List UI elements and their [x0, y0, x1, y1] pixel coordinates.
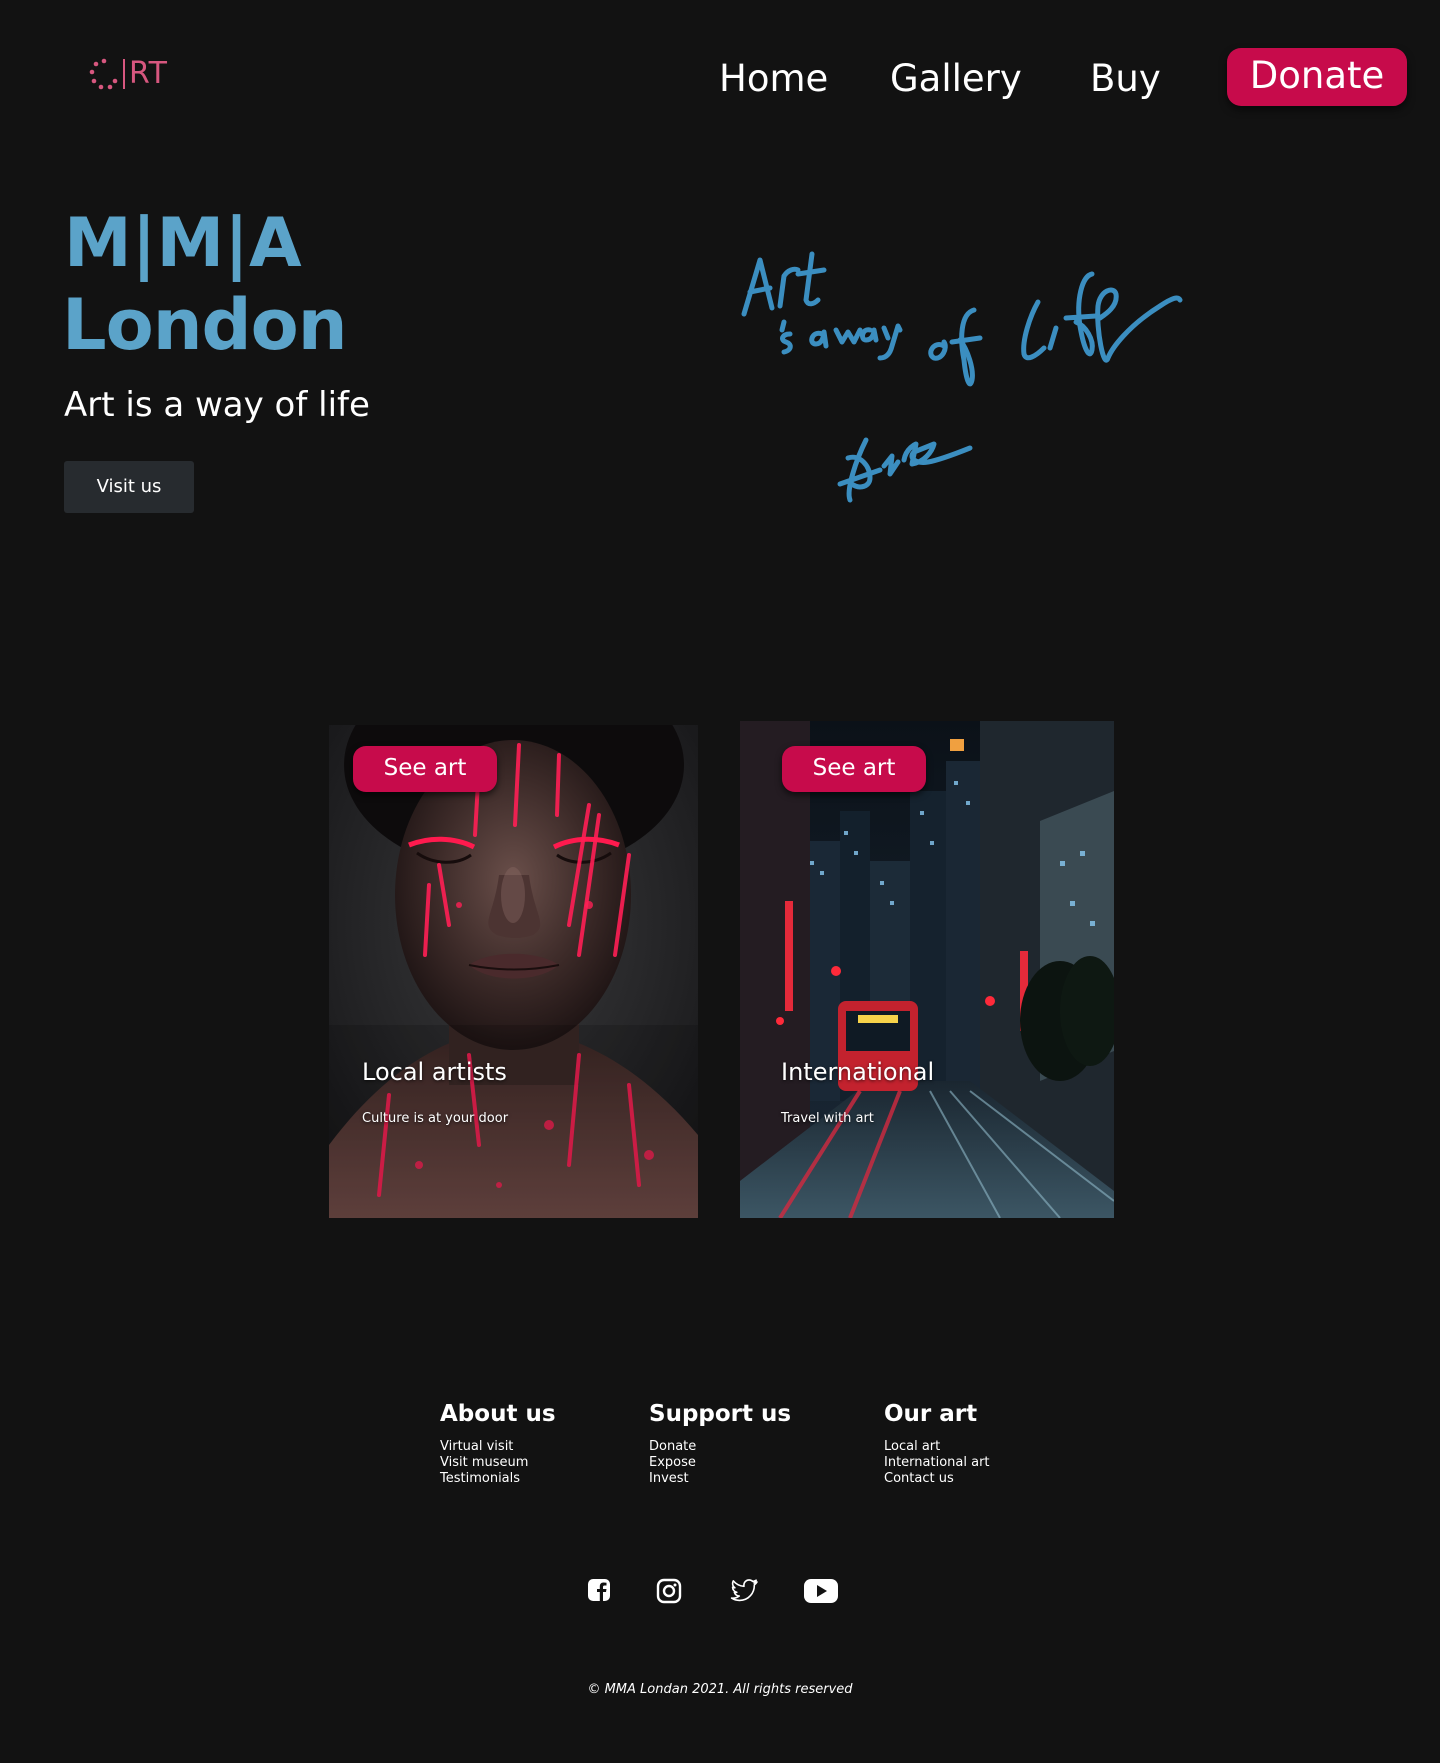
footer-link-international-art[interactable]: International art — [884, 1455, 990, 1471]
visit-us-button[interactable]: Visit us — [64, 461, 194, 513]
nav-home[interactable]: Home — [719, 55, 828, 103]
card-title: Local artists — [362, 1058, 507, 1086]
night-city-street-image — [740, 721, 1114, 1218]
facebook-icon[interactable] — [587, 1578, 611, 1602]
logo[interactable]: RT — [89, 57, 168, 91]
footer-link-testimonials[interactable]: Testimonials — [440, 1471, 556, 1487]
see-art-button[interactable]: See art — [353, 746, 497, 792]
nav-buy[interactable]: Buy — [1090, 55, 1161, 103]
footer-link-invest[interactable]: Invest — [649, 1471, 791, 1487]
footer-heading: Support us — [649, 1401, 792, 1427]
footer-link-donate[interactable]: Donate — [649, 1439, 791, 1455]
footer-our-art: Our art Local art International art Cont… — [884, 1399, 990, 1487]
hero-brand: M|M|A — [64, 204, 302, 283]
footer-heading: Our art — [884, 1401, 978, 1427]
youtube-icon[interactable] — [803, 1578, 839, 1604]
footer-link-contact-us[interactable]: Contact us — [884, 1471, 990, 1487]
footer-about-us: About us Virtual visit Visit museum Test… — [440, 1399, 556, 1487]
footer-link-local-art[interactable]: Local art — [884, 1439, 990, 1455]
card-subtitle: Culture is at your door — [362, 1111, 509, 1126]
card-international[interactable]: See art International Travel with art — [740, 721, 1114, 1218]
page: RT Home Gallery Buy Donate M|M|A London … — [0, 0, 1440, 1763]
nav-gallery[interactable]: Gallery — [890, 55, 1022, 103]
footer-heading: About us — [440, 1401, 556, 1427]
card-subtitle: Travel with art — [781, 1111, 874, 1126]
see-art-button[interactable]: See art — [782, 746, 926, 792]
footer-link-virtual-visit[interactable]: Virtual visit — [440, 1439, 556, 1455]
footer-support-us: Support us Donate Expose Invest — [649, 1399, 791, 1487]
logo-text: RT — [129, 56, 168, 91]
hero-tagline: Art is a way of life — [64, 385, 370, 425]
donate-button[interactable]: Donate — [1227, 48, 1407, 106]
twitter-icon[interactable] — [729, 1578, 759, 1604]
instagram-icon[interactable] — [656, 1578, 682, 1604]
card-title: International — [781, 1058, 935, 1086]
dotted-circle-icon — [89, 58, 118, 90]
handwritten-art-scribble — [741, 251, 1183, 503]
hero-city: London — [62, 284, 348, 366]
footer-link-expose[interactable]: Expose — [649, 1455, 791, 1471]
logo-divider — [123, 59, 125, 89]
footer-link-visit-museum[interactable]: Visit museum — [440, 1455, 556, 1471]
copyright-text: © MMA Londan 2021. All rights reserved — [587, 1682, 853, 1697]
card-local-artists[interactable]: See art Local artists Culture is at your… — [329, 725, 698, 1218]
face-paint-portrait-image — [329, 725, 698, 1218]
